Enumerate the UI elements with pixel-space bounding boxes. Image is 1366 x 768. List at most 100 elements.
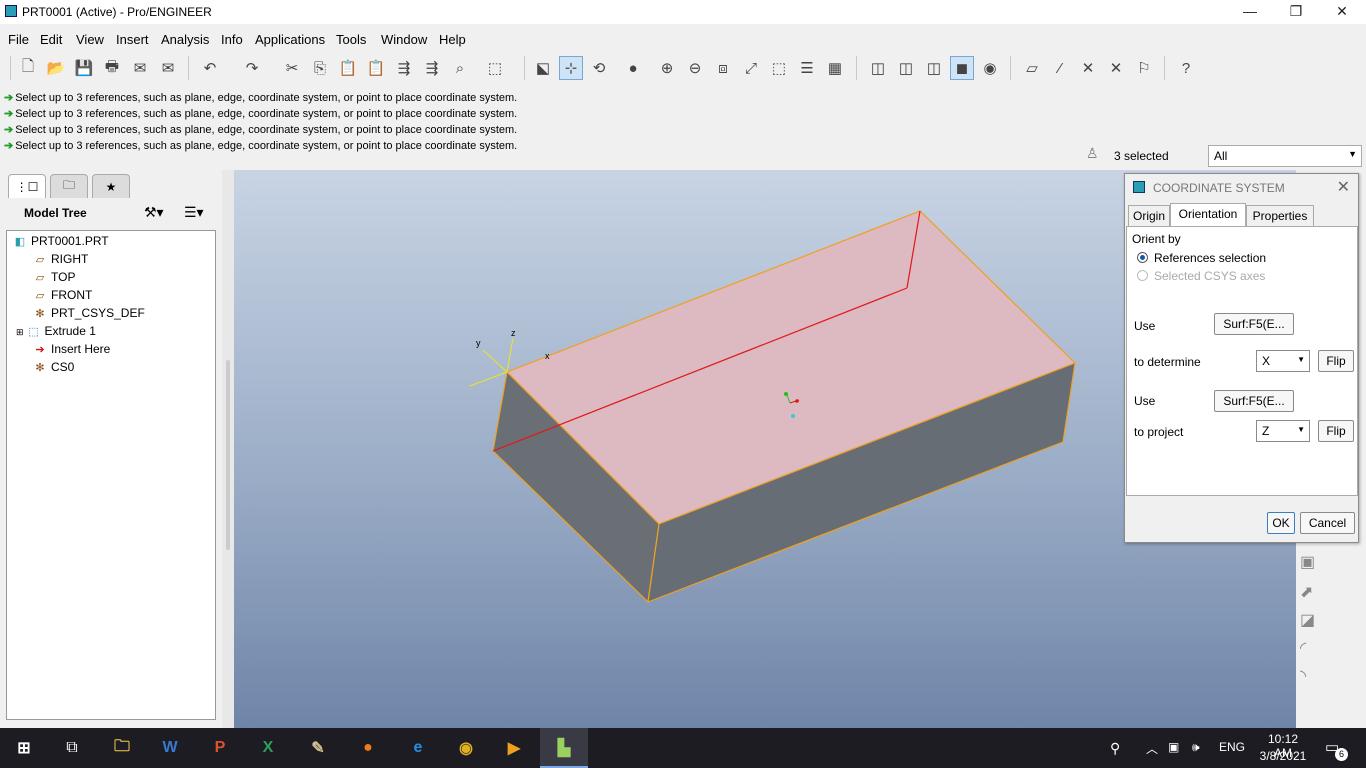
tree-node-extrude[interactable]: ⊞ ⬚ Extrude 1: [16, 324, 96, 338]
project-axis-select[interactable]: Z ▼: [1256, 420, 1310, 442]
datum-axis-display-icon[interactable]: ⁄: [1048, 56, 1072, 80]
tree-node-csys-def[interactable]: ✻ PRT_CSYS_DEF: [33, 306, 144, 320]
regenerate-icon[interactable]: ⇶: [392, 56, 416, 80]
datum-plane-tool-icon[interactable]: ▣: [1300, 552, 1315, 572]
menu-file[interactable]: File: [8, 32, 29, 47]
datum-point-display-icon[interactable]: ✕: [1076, 56, 1100, 80]
redo-icon[interactable]: ↷: [240, 56, 264, 80]
proengineer-taskbar-icon[interactable]: ▙: [540, 728, 588, 768]
undo-icon[interactable]: ↶: [198, 56, 222, 80]
copy-icon[interactable]: ⎘: [308, 56, 332, 80]
tab-folder-browser[interactable]: 🗀: [50, 174, 88, 198]
tab-orientation[interactable]: Orientation: [1170, 203, 1246, 227]
paste-icon[interactable]: 📋: [336, 56, 360, 80]
save-icon[interactable]: 💾: [72, 56, 96, 80]
reference-collector-1[interactable]: Surf:F5(E...: [1214, 313, 1294, 335]
file-explorer-icon[interactable]: 🗀: [98, 728, 146, 768]
radio-button[interactable]: [1137, 252, 1148, 263]
zoom-in-icon[interactable]: ⊕: [655, 56, 679, 80]
layers-icon[interactable]: ☰: [795, 56, 819, 80]
tab-model-tree[interactable]: ⋮☐: [8, 174, 46, 198]
spin-center-icon[interactable]: ⊹: [559, 56, 583, 80]
tree-settings-icon[interactable]: ⚒▾: [144, 204, 164, 221]
edge-icon[interactable]: e: [394, 728, 442, 768]
annotation-display-icon[interactable]: ⚐: [1132, 56, 1156, 80]
view-manager-icon[interactable]: ▦: [823, 56, 847, 80]
csys-display-icon[interactable]: ✕: [1104, 56, 1128, 80]
tree-node-right[interactable]: ▱ RIGHT: [33, 252, 89, 266]
panel-splitter[interactable]: [222, 170, 234, 728]
task-view-icon[interactable]: ⧉: [48, 728, 96, 768]
zoom-out-icon[interactable]: ⊖: [683, 56, 707, 80]
determine-axis-select[interactable]: X ▼: [1256, 350, 1310, 372]
send-icon[interactable]: ✉: [128, 56, 152, 80]
print-icon[interactable]: 🖶: [100, 56, 124, 80]
start-icon[interactable]: ⊞: [0, 728, 48, 768]
close-button[interactable]: ✕: [1319, 0, 1365, 24]
menu-applications[interactable]: Applications: [255, 32, 325, 47]
extrude-tool-icon[interactable]: ◪: [1300, 610, 1315, 630]
tree-node-cs0[interactable]: ✻ CS0: [33, 360, 74, 374]
cancel-button[interactable]: Cancel: [1300, 512, 1355, 534]
datum-plane-display-icon[interactable]: ▱: [1020, 56, 1044, 80]
cut-icon[interactable]: ✂: [280, 56, 304, 80]
tab-origin[interactable]: Origin: [1128, 205, 1170, 227]
tree-node-insert-here[interactable]: ➔ Insert Here: [33, 342, 110, 356]
menu-insert[interactable]: Insert: [116, 32, 149, 47]
appearance-icon[interactable]: ●: [615, 56, 651, 80]
flip-button-1[interactable]: Flip: [1318, 350, 1354, 372]
revolve-tool-icon[interactable]: ◜: [1300, 638, 1306, 658]
tab-favorites[interactable]: ★: [92, 174, 130, 198]
repaint-icon[interactable]: ⬕: [531, 56, 555, 80]
word-icon[interactable]: W: [146, 728, 194, 768]
wireframe-icon[interactable]: ◫: [866, 56, 890, 80]
radio-references-selection[interactable]: References selection: [1137, 251, 1266, 265]
volume-icon[interactable]: 🕪: [1192, 740, 1200, 755]
refit-icon[interactable]: ⧈: [711, 56, 735, 80]
new-file-icon[interactable]: 🗋: [16, 56, 40, 80]
tree-node-front[interactable]: ▱ FRONT: [33, 288, 93, 302]
find-icon[interactable]: ⌕: [448, 56, 472, 80]
hidden-line-icon[interactable]: ◫: [894, 56, 918, 80]
reference-collector-2[interactable]: Surf:F5(E...: [1214, 390, 1294, 412]
sweep-tool-icon[interactable]: ◝: [1300, 666, 1306, 686]
datum-axis-tool-icon[interactable]: ⬈: [1300, 582, 1313, 602]
minimize-button[interactable]: —: [1227, 0, 1273, 24]
media-player-icon[interactable]: ▶: [490, 728, 538, 768]
expand-icon[interactable]: ⊞: [16, 327, 24, 337]
saved-views-icon[interactable]: ⬚: [767, 56, 791, 80]
firefox-icon[interactable]: ●: [344, 728, 392, 768]
excel-icon[interactable]: X: [244, 728, 292, 768]
menu-window[interactable]: Window: [381, 32, 427, 47]
clock-date[interactable]: 3/8/2021: [1258, 749, 1308, 763]
tree-node-top[interactable]: ▱ TOP: [33, 270, 76, 284]
menu-help[interactable]: Help: [439, 32, 466, 47]
enhanced-realism-icon[interactable]: ◉: [978, 56, 1002, 80]
people-icon[interactable]: ⚲: [1110, 740, 1120, 757]
menu-info[interactable]: Info: [221, 32, 243, 47]
network-icon[interactable]: ▣: [1168, 740, 1179, 754]
tree-node-part[interactable]: ◧ PRT0001.PRT: [13, 234, 109, 248]
restore-button[interactable]: ❐: [1273, 0, 1319, 24]
orient-mode-icon[interactable]: ⟲: [587, 56, 611, 80]
selection-box-icon[interactable]: ⬚: [476, 56, 514, 80]
reorient-icon[interactable]: ⤢: [739, 56, 763, 80]
paste-special-icon[interactable]: 📋: [364, 56, 388, 80]
selection-tool-icon[interactable]: ♙: [1086, 145, 1099, 162]
powerpoint-icon[interactable]: P: [196, 728, 244, 768]
menu-view[interactable]: View: [76, 32, 104, 47]
show-menu-icon[interactable]: ☰▾: [184, 204, 204, 221]
context-help-icon[interactable]: ?: [1174, 56, 1198, 80]
menu-edit[interactable]: Edit: [40, 32, 62, 47]
menu-analysis[interactable]: Analysis: [161, 32, 209, 47]
chevron-up-icon[interactable]: ︿: [1146, 740, 1158, 757]
close-icon[interactable]: ✕: [1337, 177, 1350, 197]
regenerate-manager-icon[interactable]: ⇶: [420, 56, 444, 80]
open-file-icon[interactable]: 📂: [44, 56, 68, 80]
flip-button-2[interactable]: Flip: [1318, 420, 1354, 442]
shading-icon[interactable]: ◼: [950, 56, 974, 80]
menu-tools[interactable]: Tools: [336, 32, 366, 47]
send-mail-icon[interactable]: ✉: [156, 56, 180, 80]
no-hidden-icon[interactable]: ◫: [922, 56, 946, 80]
paint-icon[interactable]: ✎: [294, 728, 342, 768]
